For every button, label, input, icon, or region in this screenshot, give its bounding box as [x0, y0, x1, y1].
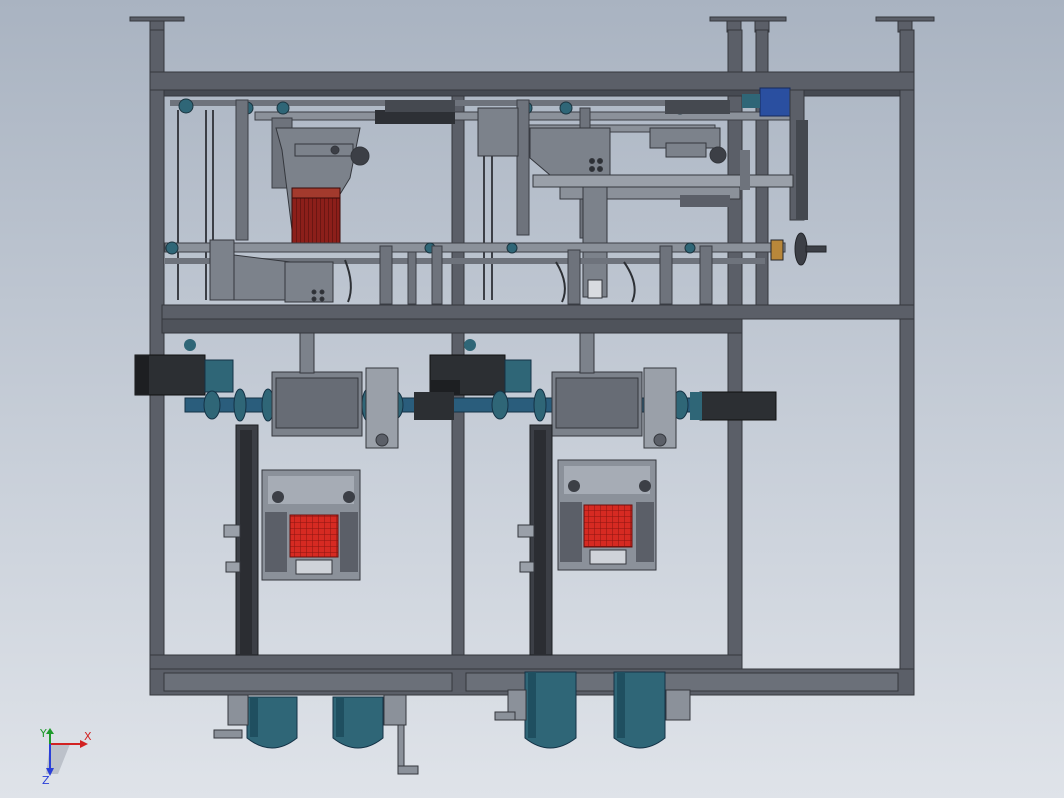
column-right-inner [727, 29, 743, 666]
top-foot-mid [709, 16, 787, 22]
cylinder-actuator-right [649, 127, 727, 164]
coordinate-triad: X Y Z [39, 728, 92, 787]
triad-z-label: Z [42, 774, 50, 787]
triad-x-label: X [84, 730, 92, 743]
column-right-outer [899, 29, 915, 696]
heating-station-right [517, 424, 657, 656]
servo-motor-center [429, 339, 532, 396]
heater-coil-left [289, 514, 339, 558]
slide-table [532, 174, 794, 188]
top-foot-right [875, 16, 935, 22]
upper-mechanism [164, 87, 827, 305]
handwheel [770, 232, 827, 266]
heating-station-left [223, 424, 361, 656]
top-beam [149, 71, 915, 91]
top-foot-left [129, 16, 185, 22]
middle-beam [161, 304, 915, 320]
bottom-beam [149, 654, 743, 670]
servo-motor-right [699, 391, 777, 421]
cad-viewport[interactable]: X Y Z [0, 0, 1064, 798]
heater-coil-right [583, 504, 633, 548]
bearing-block [759, 87, 791, 117]
triad-y-label: Y [39, 728, 47, 740]
machine-assembly-drawing [129, 16, 935, 775]
